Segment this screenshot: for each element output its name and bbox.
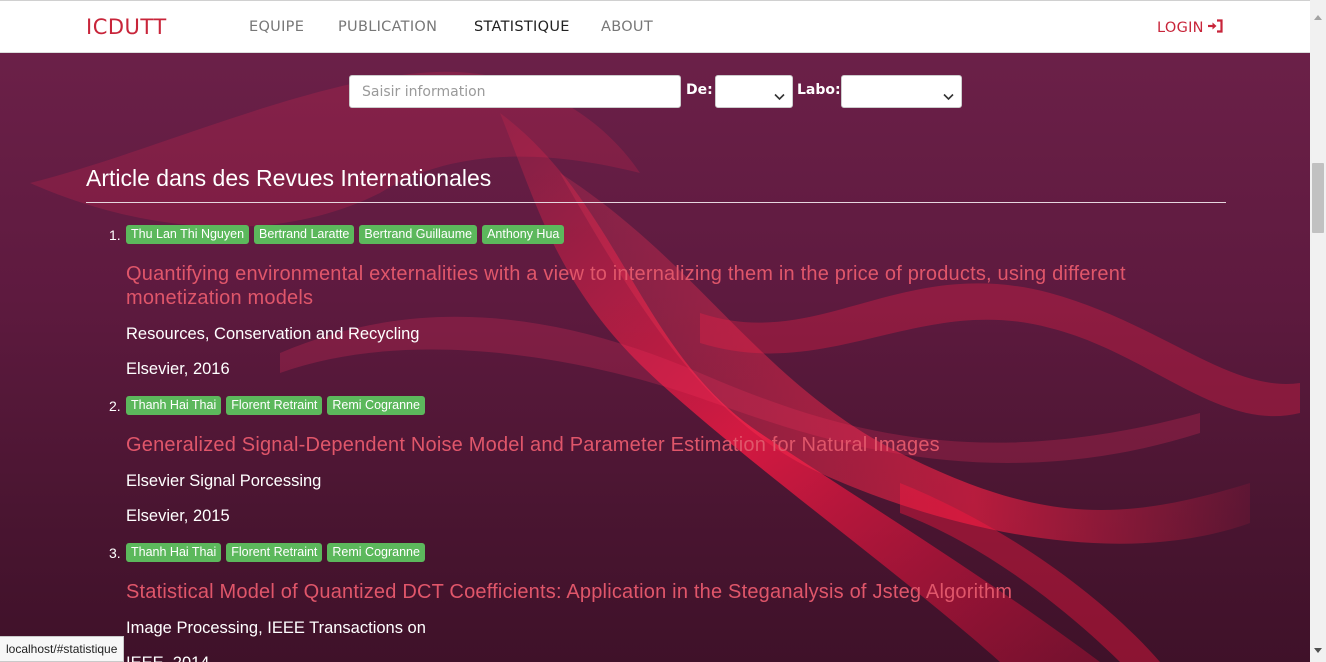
de-label: De:	[686, 82, 713, 98]
publication-title[interactable]: Generalized Signal-Dependent Noise Model…	[126, 433, 1216, 457]
author-tag[interactable]: Remi Cogranne	[327, 543, 425, 562]
publication-journal: Elsevier Signal Porcessing	[126, 472, 322, 490]
search-input[interactable]	[349, 75, 681, 108]
author-tags: Thanh Hai Thai Florent Retraint Remi Cog…	[126, 396, 425, 415]
author-tag[interactable]: Florent Retraint	[226, 396, 323, 415]
author-tag[interactable]: Bertrand Laratte	[254, 225, 355, 244]
page-scrollbar[interactable]	[1310, 0, 1326, 662]
publication-number: 2.	[109, 398, 121, 414]
nav-link-statistique[interactable]: STATISTIQUE	[474, 19, 570, 35]
author-tag[interactable]: Anthony Hua	[482, 225, 565, 244]
publication-title[interactable]: Quantifying environmental externalities …	[126, 262, 1216, 310]
publication-journal: Image Processing, IEEE Transactions on	[126, 619, 426, 637]
labo-select[interactable]	[841, 75, 962, 108]
content-area: De: Labo: Article dans des Revues Intern…	[0, 53, 1310, 662]
publication-title[interactable]: Statistical Model of Quantized DCT Coeff…	[126, 580, 1216, 604]
nav-link-equipe[interactable]: EQUIPE	[249, 19, 304, 35]
author-tags: Thu Lan Thi Nguyen Bertrand Laratte Bert…	[126, 225, 565, 244]
de-select[interactable]	[715, 75, 793, 108]
author-tag[interactable]: Florent Retraint	[226, 543, 323, 562]
background-wave-art	[30, 71, 1300, 662]
login-label: LOGIN	[1157, 20, 1204, 36]
author-tag[interactable]: Thu Lan Thi Nguyen	[126, 225, 250, 244]
publication-publisher-year: Elsevier, 2016	[126, 360, 230, 378]
section-title: Article dans des Revues Internationales	[86, 165, 492, 191]
publication-number: 3.	[109, 545, 121, 561]
status-bar-url: localhost/#statistique	[0, 636, 125, 662]
author-tag[interactable]: Remi Cogranne	[327, 396, 425, 415]
publication-number: 1.	[109, 227, 121, 243]
sign-in-icon	[1207, 19, 1224, 37]
nav-link-publication[interactable]: PUBLICATION	[338, 19, 437, 35]
publication-publisher-year: Elsevier, 2015	[126, 507, 230, 525]
author-tag[interactable]: Thanh Hai Thai	[126, 396, 222, 415]
scrollbar-thumb[interactable]	[1312, 163, 1324, 233]
author-tag[interactable]: Bertrand Guillaume	[359, 225, 478, 244]
top-navbar: ICDUTT EQUIPE PUBLICATION STATISTIQUE AB…	[0, 0, 1310, 53]
labo-label: Labo:	[797, 82, 841, 98]
author-tag[interactable]: Thanh Hai Thai	[126, 543, 222, 562]
scroll-up-arrow-icon[interactable]	[1314, 5, 1322, 24]
publication-publisher-year: IEEE, 2014	[126, 654, 209, 662]
login-link[interactable]: LOGIN	[1157, 19, 1224, 37]
brand-logo[interactable]: ICDUTT	[86, 15, 167, 39]
section-divider	[86, 202, 1226, 203]
nav-link-about[interactable]: ABOUT	[601, 19, 653, 35]
scroll-down-arrow-icon[interactable]	[1314, 638, 1322, 657]
chevron-down-icon	[774, 86, 785, 105]
publication-journal: Resources, Conservation and Recycling	[126, 325, 420, 343]
chevron-down-icon	[943, 86, 954, 105]
author-tags: Thanh Hai Thai Florent Retraint Remi Cog…	[126, 543, 425, 562]
